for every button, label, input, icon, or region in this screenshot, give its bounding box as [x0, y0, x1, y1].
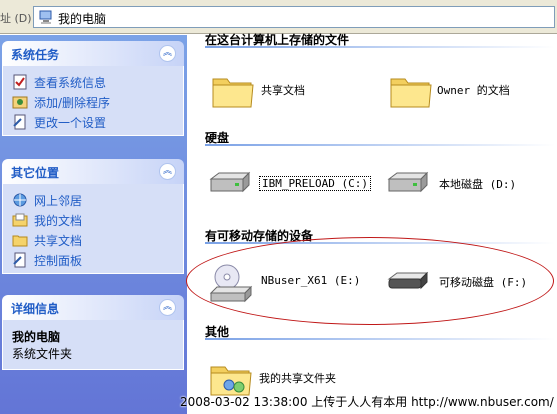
task-view-system-info[interactable]: 查看系统信息 — [3, 72, 183, 92]
details-title: 详细信息 — [11, 302, 60, 316]
computer-icon — [39, 10, 52, 24]
address-path: 我的电脑 — [58, 12, 107, 26]
system-tasks-panel: 系统任务 ︽ 查看系统信息 添加/删除程序 更改一个设置 — [2, 41, 184, 136]
task-label: 查看系统信息 — [34, 76, 107, 90]
place-network[interactable]: 网上邻居 — [3, 190, 183, 210]
place-documents[interactable]: 我的文档 — [3, 210, 183, 230]
cd-drive-icon — [209, 264, 253, 303]
address-input[interactable]: 我的电脑 — [33, 6, 555, 28]
group-divider — [205, 144, 555, 146]
network-icon — [13, 193, 27, 207]
address-label: 址 (D) — [0, 12, 32, 25]
system-tasks-body: 查看系统信息 添加/删除程序 更改一个设置 — [2, 66, 184, 136]
other-places-body: 网上邻居 我的文档 共享文档 控制面板 — [2, 184, 184, 274]
group-divider — [205, 46, 555, 48]
place-shared-documents[interactable]: 共享文档 — [3, 230, 183, 250]
system-tasks-header[interactable]: 系统任务 ︽ — [2, 41, 184, 66]
folder-icon — [212, 78, 254, 108]
task-label: 添加/删除程序 — [34, 96, 111, 110]
details-type: 系统文件夹 — [12, 347, 73, 361]
item-label: NBuser_X61 (E:) — [261, 274, 361, 287]
other-places-title: 其它位置 — [11, 166, 60, 180]
group-divider — [205, 242, 555, 244]
documents-icon — [12, 213, 28, 227]
collapse-icon[interactable]: ︽ — [159, 45, 176, 62]
item-label: IBM_PRELOAD (C:) — [259, 176, 371, 191]
removable-disk-icon — [387, 271, 429, 290]
system-tasks-title: 系统任务 — [11, 48, 60, 62]
task-add-remove-programs[interactable]: 添加/删除程序 — [3, 92, 183, 112]
item-label: 共享文档 — [261, 84, 305, 97]
system-info-icon — [13, 74, 27, 90]
details-name: 我的电脑 — [12, 330, 61, 344]
collapse-icon[interactable]: ︽ — [159, 163, 176, 180]
hard-drive-icon — [209, 171, 251, 193]
details-header[interactable]: 详细信息 ︽ — [2, 295, 184, 320]
control-panel-icon — [13, 252, 26, 268]
item-label: Owner 的文档 — [437, 84, 510, 97]
watermark: 2008-03-02 13:38:00 上传于人人有本用 http://www.… — [180, 395, 554, 409]
item-label: 可移动磁盘 (F:) — [439, 276, 528, 289]
task-label: 更改一个设置 — [34, 116, 107, 130]
place-label: 网上邻居 — [34, 194, 83, 208]
other-places-header[interactable]: 其它位置 ︽ — [2, 159, 184, 184]
file-view: 在这台计算机上存储的文件 共享文档 Owner 的文档 硬盘 IBM_PRELO… — [187, 33, 557, 414]
task-change-setting[interactable]: 更改一个设置 — [3, 112, 183, 132]
task-pane: 系统任务 ︽ 查看系统信息 添加/删除程序 更改一个设置 其它位置 ︽ 网上邻居… — [0, 35, 187, 414]
place-label: 控制面板 — [34, 254, 83, 268]
folder-icon — [390, 78, 432, 108]
item-label: 我的共享文件夹 — [259, 372, 336, 385]
folder-icon — [12, 235, 28, 247]
address-bar: 址 (D) 我的电脑 — [0, 0, 557, 34]
collapse-icon[interactable]: ︽ — [159, 299, 176, 316]
place-label: 我的文档 — [34, 214, 83, 228]
settings-icon — [13, 114, 26, 130]
place-label: 共享文档 — [34, 234, 83, 248]
details-body: 我的电脑 系统文件夹 — [2, 320, 184, 370]
other-places-panel: 其它位置 ︽ 网上邻居 我的文档 共享文档 控制面板 — [2, 159, 184, 274]
item-label: 本地磁盘 (D:) — [439, 178, 517, 191]
add-remove-icon — [12, 96, 28, 109]
place-control-panel[interactable]: 控制面板 — [3, 250, 183, 270]
details-panel: 详细信息 ︽ 我的电脑 系统文件夹 — [2, 295, 184, 370]
hard-drive-icon — [387, 171, 429, 193]
group-divider — [205, 338, 555, 340]
